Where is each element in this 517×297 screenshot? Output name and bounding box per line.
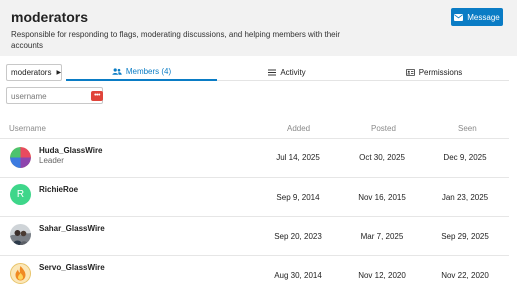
added-date: Aug 30, 2014 — [274, 271, 322, 280]
added-date: Sep 20, 2023 — [274, 232, 322, 241]
username-link[interactable]: Huda_GlassWire — [39, 146, 103, 155]
envelope-icon — [454, 13, 464, 21]
seen-date: Dec 9, 2025 — [443, 153, 487, 162]
added-date: Jul 14, 2025 — [276, 153, 320, 162]
tab-activity[interactable]: Activity — [213, 64, 361, 81]
avatar[interactable] — [10, 147, 31, 168]
users-icon — [112, 68, 122, 75]
list-icon — [268, 69, 277, 76]
page-title: moderators — [11, 9, 89, 25]
avatar[interactable]: R — [10, 184, 31, 205]
tab-members-label: Members (4) — [125, 67, 172, 76]
user-title: Leader — [39, 156, 64, 165]
tab-members[interactable]: Members (4) — [66, 64, 217, 81]
id-card-icon — [405, 69, 415, 76]
column-header-posted[interactable]: Posted — [371, 124, 396, 133]
message-button[interactable]: Message — [451, 8, 503, 26]
avatar[interactable] — [10, 263, 31, 284]
username-link[interactable]: Sahar_GlassWire — [39, 224, 105, 233]
column-header-seen[interactable]: Seen — [458, 124, 477, 133]
group-description: Responsible for responding to flags, mod… — [11, 30, 341, 50]
tab-permissions-label: Permissions — [418, 68, 463, 77]
table-row: Servo_GlassWire Aug 30, 2014 Nov 12, 202… — [0, 255, 509, 294]
group-select-value: moderators — [11, 68, 52, 77]
ellipsis-icon[interactable]: ••• — [91, 91, 103, 101]
username-link[interactable]: Servo_GlassWire — [39, 263, 105, 272]
caret-right-icon: ▶ — [56, 70, 62, 76]
posted-date: Oct 30, 2025 — [359, 153, 405, 162]
username-filter-input[interactable] — [11, 90, 85, 102]
seen-date: Jan 23, 2025 — [441, 193, 489, 202]
group-select[interactable]: moderators ▶ — [6, 64, 62, 81]
added-date: Sep 9, 2014 — [276, 193, 320, 202]
column-header-username[interactable]: Username — [9, 124, 46, 133]
table-row: Huda_GlassWire Leader Jul 14, 2025 Oct 3… — [0, 138, 509, 177]
flame-icon — [15, 266, 26, 281]
avatar-letter: R — [16, 189, 25, 200]
message-button-label: Message — [467, 12, 500, 22]
table-row: R RichieRoe Sep 9, 2014 Nov 16, 2015 Jan… — [0, 177, 509, 216]
posted-date: Mar 7, 2025 — [360, 232, 404, 241]
tab-permissions[interactable]: Permissions — [361, 64, 507, 81]
table-row: Sahar_GlassWire Sep 20, 2023 Mar 7, 2025… — [0, 216, 509, 255]
username-link[interactable]: RichieRoe — [39, 185, 78, 194]
posted-date: Nov 12, 2020 — [358, 271, 406, 280]
avatar[interactable] — [10, 224, 31, 245]
column-header-added[interactable]: Added — [287, 124, 310, 133]
posted-date: Nov 16, 2015 — [358, 193, 406, 202]
seen-date: Nov 22, 2020 — [441, 271, 489, 280]
seen-date: Sep 29, 2025 — [441, 232, 489, 241]
tab-activity-label: Activity — [280, 68, 306, 77]
username-filter: ••• — [6, 87, 103, 104]
group-header: moderators Responsible for responding to… — [0, 0, 517, 56]
